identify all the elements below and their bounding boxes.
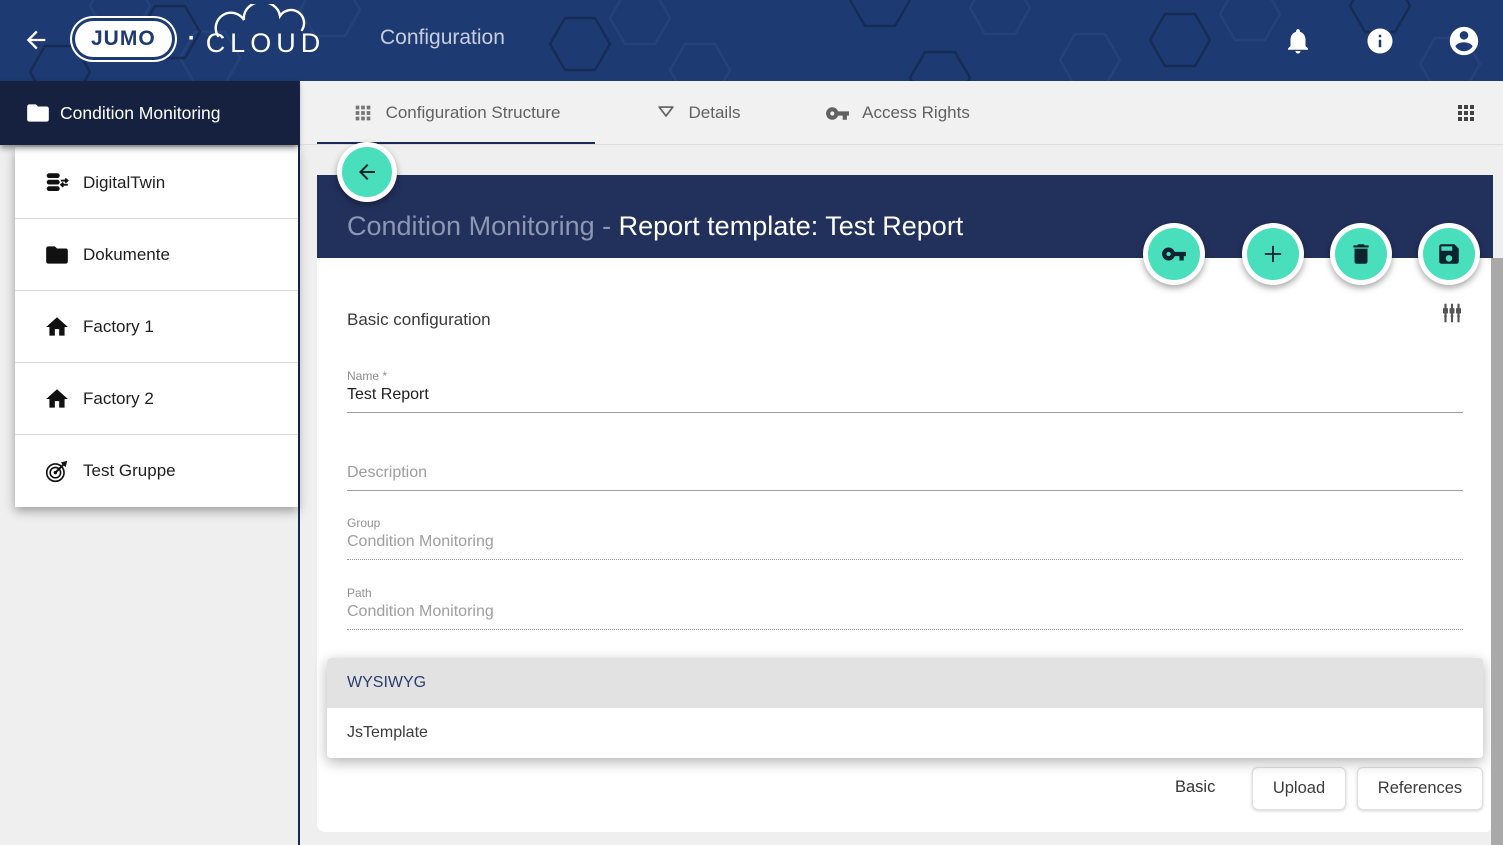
trash-icon	[1348, 241, 1374, 267]
group-field: Group	[347, 516, 1463, 560]
panel-back-button[interactable]	[337, 142, 397, 202]
tab-configuration-structure[interactable]: Configuration Structure	[317, 81, 595, 145]
dropdown-option-jstemplate[interactable]: JsTemplate	[327, 708, 1483, 758]
delete-button[interactable]	[1330, 223, 1392, 285]
template-type-dropdown: WYSIWYG JsTemplate	[327, 658, 1483, 758]
footer-tab-references[interactable]: References	[1357, 767, 1483, 810]
panel-header-band: Condition Monitoring - Report template: …	[317, 175, 1493, 258]
save-icon	[1436, 241, 1462, 267]
name-input[interactable]	[347, 383, 1463, 413]
vertical-scrollbar[interactable]	[1491, 258, 1503, 845]
tune-sliders-icon[interactable]	[1439, 300, 1465, 326]
plus-icon	[1259, 240, 1287, 268]
jumo-cloud-logo: JUMO · CLOUD	[75, 18, 325, 59]
tabbar: Configuration Structure Details Access R…	[300, 81, 1503, 145]
footer-tab-basic[interactable]: Basic	[1175, 778, 1215, 797]
digital-twin-icon	[44, 170, 70, 196]
folder-icon	[44, 242, 70, 268]
folder-icon	[25, 100, 51, 126]
grid-icon	[352, 102, 374, 124]
panel-title: Condition Monitoring - Report template: …	[347, 211, 963, 242]
target-icon	[44, 458, 70, 484]
path-input	[347, 600, 1463, 630]
path-label: Path	[347, 586, 1463, 600]
account-icon[interactable]	[1447, 24, 1481, 58]
logo-separator: ·	[188, 25, 196, 53]
save-button[interactable]	[1418, 223, 1480, 285]
access-key-button[interactable]	[1143, 223, 1205, 285]
topbar-back-icon[interactable]	[22, 26, 50, 54]
jumo-logo-pill: JUMO	[75, 21, 172, 57]
sidebar-item-list: DigitalTwin Dokumente Factory 1 Factory …	[15, 147, 298, 507]
panel-title-prefix: Condition Monitoring -	[347, 211, 619, 241]
tab-access-rights[interactable]: Access Rights	[810, 81, 985, 145]
description-input[interactable]	[347, 461, 1463, 491]
key-icon	[825, 101, 850, 126]
path-field: Path	[347, 586, 1463, 630]
footer-tab-upload[interactable]: Upload	[1252, 767, 1346, 810]
home-icon	[44, 314, 70, 340]
panel-title-main: Report template: Test Report	[619, 211, 964, 241]
topbar: JUMO · CLOUD Configuration	[0, 0, 1503, 81]
sidebar-item-condition-monitoring[interactable]: Condition Monitoring	[0, 81, 298, 145]
notifications-bell-icon[interactable]	[1283, 26, 1313, 56]
filter-icon	[655, 102, 677, 124]
sidebar-item-factory-2[interactable]: Factory 2	[15, 363, 298, 435]
main-panel: Configuration Structure Details Access R…	[300, 81, 1503, 845]
add-button[interactable]	[1242, 223, 1304, 285]
sidebar-item-test-gruppe[interactable]: Test Gruppe	[15, 435, 298, 507]
group-label: Group	[347, 516, 1463, 530]
sidebar-item-digitaltwin[interactable]: DigitalTwin	[15, 147, 298, 219]
apps-grid-icon[interactable]	[1454, 101, 1478, 125]
home-icon	[44, 386, 70, 412]
sidebar: Condition Monitoring DigitalTwin	[0, 81, 298, 845]
name-field: Name *	[347, 369, 1463, 413]
arrow-left-icon	[355, 160, 379, 184]
cloud-outline-icon	[210, 4, 320, 38]
key-icon	[1161, 241, 1187, 267]
sidebar-item-factory-1[interactable]: Factory 1	[15, 291, 298, 363]
sidebar-item-dokumente[interactable]: Dokumente	[15, 219, 298, 291]
info-icon[interactable]	[1365, 26, 1395, 56]
description-field	[347, 461, 1463, 491]
group-input	[347, 530, 1463, 560]
name-label: Name *	[347, 369, 1463, 383]
dropdown-option-wysiwyg[interactable]: WYSIWYG	[327, 658, 1483, 708]
cloud-wordmark: CLOUD	[206, 28, 326, 59]
jumo-cloud-app: JUMO · CLOUD Configuration	[0, 0, 1503, 845]
tab-details[interactable]: Details	[640, 81, 755, 145]
page-title: Configuration	[380, 26, 505, 50]
